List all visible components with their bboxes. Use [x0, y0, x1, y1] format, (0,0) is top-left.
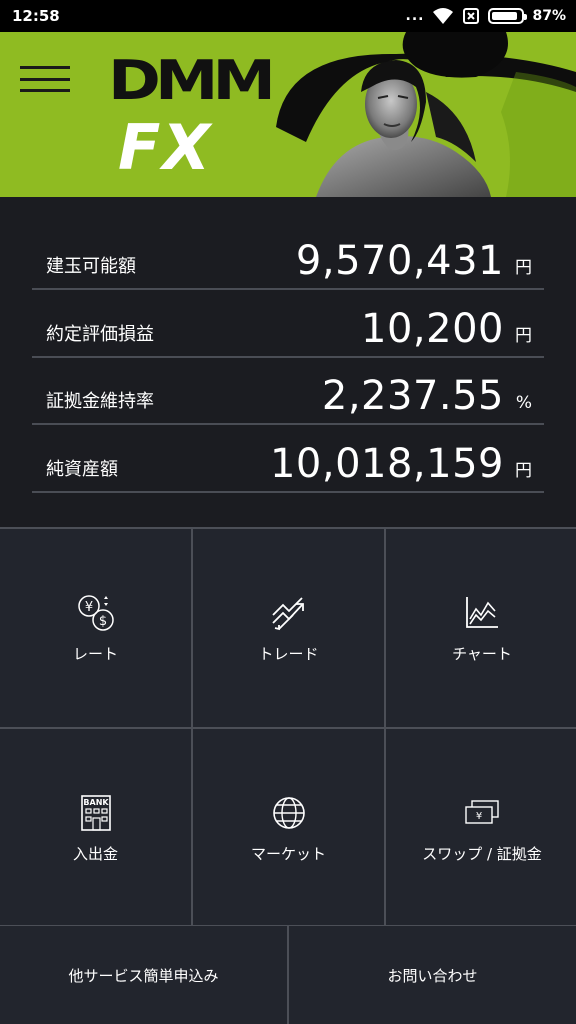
- dmm-fx-logo: DMM FX: [108, 54, 276, 184]
- chart-icon: [466, 596, 498, 628]
- wifi-icon: [433, 8, 454, 24]
- model-photo: [276, 32, 576, 197]
- menu-label: レート: [72, 644, 118, 663]
- account-row-label: 証拠金維持率: [46, 391, 154, 412]
- account-row-margin-ratio: 証拠金維持率 2,237.55 %: [32, 357, 544, 425]
- svg-text:¥: ¥: [476, 811, 482, 822]
- menu-label: スワップ / 証拠金: [422, 844, 542, 863]
- battery-percent: 87%: [532, 8, 566, 24]
- currency-exchange-icon: ¥ $: [77, 594, 114, 631]
- menu-trade-button[interactable]: トレード: [193, 529, 384, 727]
- menu-deposit-withdraw-button[interactable]: BANK 入出金: [0, 729, 191, 927]
- globe-icon: [272, 796, 305, 829]
- menu-label: チャート: [452, 644, 512, 663]
- account-row-value: 10,200: [361, 306, 504, 352]
- contact-button[interactable]: お問い合わせ: [289, 926, 576, 1024]
- account-row-unit: 円: [515, 461, 532, 481]
- bank-icon-text: BANK: [83, 798, 109, 807]
- yen-notes-icon: ¥: [465, 799, 499, 824]
- trade-trend-icon: [271, 596, 304, 630]
- menu-rate-button[interactable]: ¥ $ レート: [0, 529, 191, 727]
- main-menu-grid: ¥ $ レート トレード チャート BANK 入出金 マーケット ¥ スワップ …: [0, 527, 576, 927]
- bottom-actions: 他サービス簡単申込み お問い合わせ: [0, 925, 576, 1024]
- account-row-unrealized-pl: 約定評価損益 10,200 円: [32, 290, 544, 358]
- account-row-value: 2,237.55: [321, 373, 504, 419]
- notification-dots: ...: [405, 8, 425, 24]
- logo-fx-text: FX: [118, 111, 213, 184]
- account-row-value: 9,570,431: [295, 238, 504, 284]
- account-row-unit: %: [515, 393, 532, 413]
- menu-chart-button[interactable]: チャート: [386, 529, 576, 727]
- battery-icon: [488, 8, 528, 24]
- svg-text:¥: ¥: [84, 600, 92, 615]
- account-row-unit: 円: [515, 326, 532, 346]
- logo-dmm-text: DMM: [108, 49, 276, 112]
- account-row-net-assets: 純資産額 10,018,159 円: [32, 425, 544, 493]
- menu-label: 入出金: [72, 844, 118, 863]
- battery-level: [492, 12, 517, 20]
- account-summary-panel: 建玉可能額 9,570,431 円 約定評価損益 10,200 円 証拠金維持率…: [0, 197, 576, 527]
- menu-swap-margin-button[interactable]: ¥ スワップ / 証拠金: [386, 729, 576, 927]
- account-row-value: 10,018,159: [269, 441, 504, 487]
- account-row-label: 純資産額: [46, 459, 118, 480]
- bank-icon: BANK: [80, 794, 111, 831]
- menu-market-button[interactable]: マーケット: [193, 729, 384, 927]
- other-services-button[interactable]: 他サービス簡単申込み: [0, 926, 287, 1024]
- hamburger-menu-icon[interactable]: [20, 66, 70, 92]
- account-row-label: 建玉可能額: [46, 256, 136, 277]
- menu-label: トレード: [258, 644, 319, 663]
- header-banner: DMM FX: [0, 32, 576, 197]
- account-row-label: 約定評価損益: [46, 324, 154, 345]
- svg-text:$: $: [98, 614, 106, 629]
- logo-fx-block: FX: [112, 112, 232, 184]
- status-icons: ... 87%: [406, 7, 566, 25]
- account-row-unit: 円: [515, 258, 532, 278]
- status-bar: 12:58 ... 87%: [0, 0, 576, 32]
- sim-off-icon: [463, 8, 480, 24]
- menu-label: マーケット: [250, 844, 326, 863]
- account-row-available-margin: 建玉可能額 9,570,431 円: [32, 222, 544, 290]
- status-time: 12:58: [12, 7, 60, 25]
